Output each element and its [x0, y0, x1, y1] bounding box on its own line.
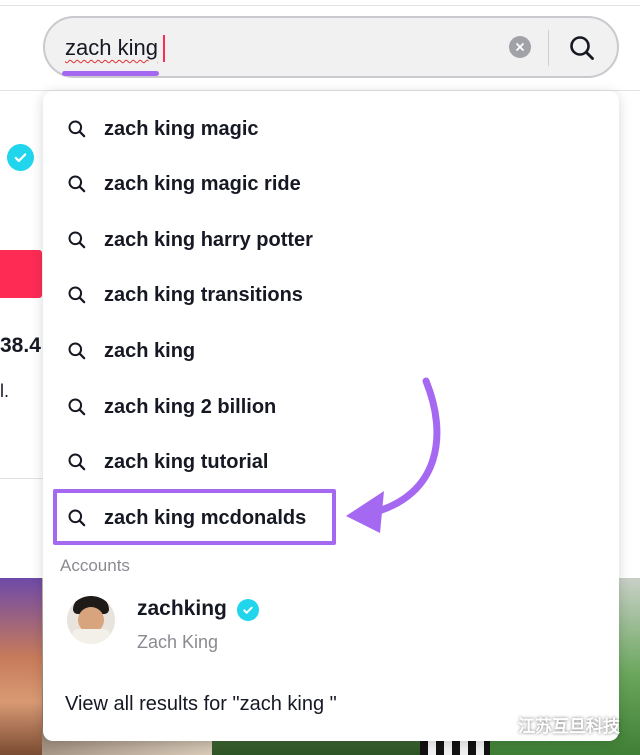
search-icon: [67, 397, 87, 417]
search-icon: [67, 119, 87, 139]
search-icon: [570, 36, 594, 60]
search-bar[interactable]: zach king: [43, 16, 619, 78]
account-username: zachking: [137, 597, 227, 620]
bio-snippet: l.: [0, 381, 9, 401]
avatar: [67, 596, 115, 644]
suggestion-label: zach king harry potter: [104, 228, 313, 251]
accounts-heading: Accounts: [60, 556, 130, 575]
verified-icon: [237, 599, 259, 621]
search-icon: [67, 452, 87, 472]
suggestion-label: zach king 2 billion: [104, 395, 277, 418]
suggestion-label: zach king: [104, 339, 196, 362]
top-divider: [0, 5, 640, 6]
suggestion-label: zach king magic: [104, 117, 259, 140]
follow-button[interactable]: [0, 250, 42, 298]
suggestion-label: zach king magic ride: [104, 172, 301, 195]
watermark: 江苏互旦科技: [482, 712, 620, 737]
follow-count: 38.4: [0, 334, 41, 357]
search-icon: [67, 341, 87, 361]
account-display-name: Zach King: [137, 632, 219, 652]
suggestion-item[interactable]: zach king magic: [67, 109, 259, 149]
profile-verified-icon: [7, 144, 34, 171]
suggestion-label: zach king tutorial: [104, 450, 269, 473]
watermark-text: 江苏互旦科技: [518, 717, 620, 737]
search-suggestions-dropdown: zach king magic zach king magic ride zac…: [43, 91, 619, 741]
suggestion-label: zach king mcdonalds: [104, 506, 307, 529]
view-all-results-link[interactable]: View all results for "zach king ": [65, 693, 337, 716]
suggestion-item[interactable]: zach king magic ride: [67, 164, 301, 204]
annotation-arrow-icon: [346, 377, 441, 533]
search-icon: [67, 285, 87, 305]
content-divider: [0, 478, 44, 479]
search-icon: [67, 174, 87, 194]
search-button[interactable]: [560, 26, 604, 70]
wechat-logo-icon: [482, 713, 511, 735]
search-highlight-underline: [62, 71, 159, 76]
suggestion-item[interactable]: zach king harry potter: [67, 220, 313, 260]
search-icon: [67, 230, 87, 250]
suggestion-item[interactable]: zach king transitions: [67, 275, 303, 315]
suggestion-item-highlighted[interactable]: zach king mcdonalds: [67, 498, 306, 538]
text-caret: [163, 35, 165, 62]
clear-icon[interactable]: [509, 36, 531, 58]
suggestion-item[interactable]: zach king 2 billion: [67, 387, 276, 427]
suggestion-item[interactable]: zach king tutorial: [67, 442, 268, 482]
account-result[interactable]: zachking Zach King: [67, 591, 567, 661]
video-thumbnail[interactable]: [0, 578, 42, 755]
search-icon: [67, 508, 87, 528]
search-input[interactable]: zach king: [65, 35, 158, 61]
search-divider: [548, 30, 549, 66]
suggestion-item[interactable]: zach king: [67, 331, 195, 371]
suggestion-label: zach king transitions: [104, 283, 303, 306]
